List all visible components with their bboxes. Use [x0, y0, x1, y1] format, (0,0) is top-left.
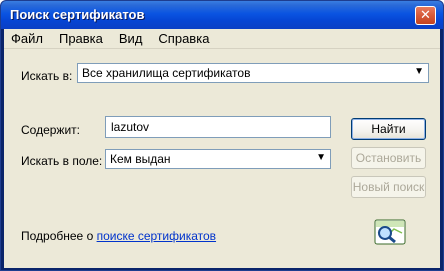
contains-label: Содержит:	[21, 123, 80, 137]
window-title: Поиск сертификатов	[10, 7, 145, 22]
chevron-down-icon: ▼	[414, 66, 424, 77]
stop-button[interactable]: Остановить	[351, 147, 426, 169]
chevron-down-icon: ▼	[316, 152, 326, 163]
close-icon: ✕	[420, 7, 431, 22]
footer-text: Подробнее о поиске сертификатов	[21, 229, 216, 243]
search-in-dropdown[interactable]: Все хранилища сертификатов ▼	[77, 63, 429, 83]
menu-view[interactable]: Вид	[119, 31, 143, 46]
search-field-value: Кем выдан	[110, 152, 171, 166]
close-button[interactable]: ✕	[415, 6, 436, 25]
menu-edit[interactable]: Правка	[59, 31, 103, 46]
magnifier-search-icon	[374, 219, 406, 245]
contains-value: lazutov	[111, 120, 150, 134]
search-in-label: Искать в:	[21, 69, 73, 83]
learn-more-link[interactable]: поиске сертификатов	[97, 229, 216, 243]
search-field-label: Искать в поле:	[21, 154, 103, 168]
new-search-button[interactable]: Новый поиск	[351, 176, 426, 198]
search-field-dropdown[interactable]: Кем выдан ▼	[105, 149, 331, 169]
contains-input[interactable]: lazutov	[105, 116, 331, 138]
title-bar[interactable]: Поиск сертификатов ✕	[1, 1, 443, 29]
search-in-value: Все хранилища сертификатов	[82, 66, 251, 80]
footer-prefix: Подробнее о	[21, 229, 97, 243]
find-certificates-window: Поиск сертификатов ✕ Файл Правка Вид Спр…	[0, 0, 444, 271]
find-button[interactable]: Найти	[351, 118, 426, 140]
menu-help[interactable]: Справка	[158, 31, 209, 46]
menu-bar: Файл Правка Вид Справка	[4, 29, 440, 49]
dialog-body: Файл Правка Вид Справка Искать в: Все хр…	[4, 29, 440, 268]
menu-file[interactable]: Файл	[11, 31, 43, 46]
